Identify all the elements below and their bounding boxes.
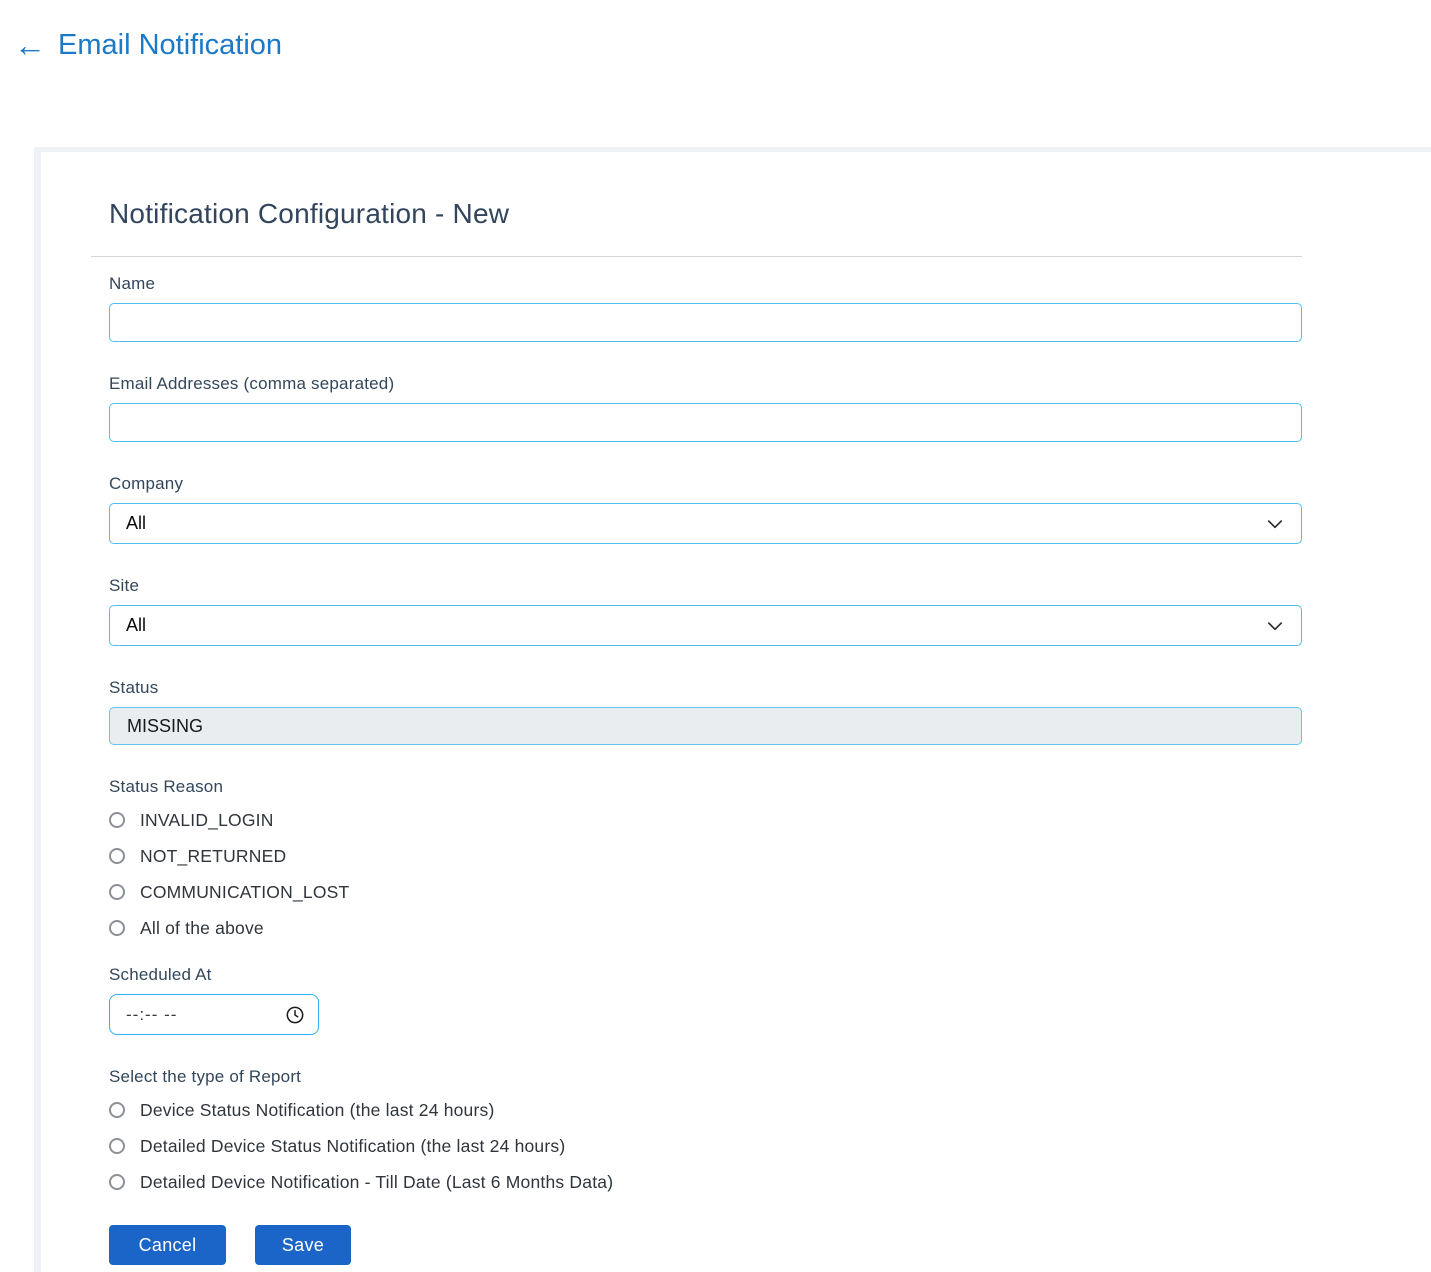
name-field-group: Name	[109, 274, 1371, 342]
company-field-group: Company All	[109, 474, 1371, 544]
back-navigation[interactable]: ← Email Notification	[14, 28, 282, 63]
name-input[interactable]	[109, 303, 1302, 342]
page-title[interactable]: Email Notification	[58, 28, 282, 63]
scheduled-at-label: Scheduled At	[109, 965, 212, 984]
notification-config-card: Notification Configuration - New Name Em…	[34, 147, 1431, 1272]
status-reason-group: Status Reason INVALID_LOGIN NOT_RETURNED…	[109, 777, 1371, 940]
site-field-group: Site All	[109, 576, 1371, 646]
report-type-option-detailed-device-status[interactable]: Detailed Device Status Notification (the…	[109, 1134, 1371, 1158]
save-button[interactable]: Save	[255, 1225, 351, 1265]
radio-option-label: All of the above	[140, 917, 264, 938]
company-select[interactable]: All	[109, 503, 1302, 544]
back-arrow-icon[interactable]: ←	[14, 29, 46, 61]
report-type-option-detailed-till-date[interactable]: Detailed Device Notification - Till Date…	[109, 1170, 1371, 1194]
company-selected-value: All	[126, 513, 147, 533]
site-select[interactable]: All	[109, 605, 1302, 646]
status-value-disabled: MISSING	[109, 707, 1302, 745]
radio-option-label: COMMUNICATION_LOST	[140, 881, 350, 902]
radio-button-icon[interactable]	[109, 812, 125, 828]
time-placeholder: --:-- --	[126, 1004, 178, 1024]
radio-button-icon[interactable]	[109, 920, 125, 936]
chevron-down-icon[interactable]	[1265, 616, 1285, 636]
company-label: Company	[109, 474, 184, 493]
status-reason-option-invalid-login[interactable]: INVALID_LOGIN	[109, 808, 1371, 832]
card-content: Notification Configuration - New Name Em…	[41, 152, 1431, 1272]
report-type-option-device-status[interactable]: Device Status Notification (the last 24 …	[109, 1098, 1371, 1122]
name-label: Name	[109, 274, 156, 293]
status-reason-label: Status Reason	[109, 777, 224, 796]
heading-divider	[91, 256, 1302, 257]
radio-option-label: INVALID_LOGIN	[140, 809, 274, 830]
chevron-down-icon[interactable]	[1265, 514, 1285, 534]
email-addresses-label: Email Addresses (comma separated)	[109, 374, 395, 393]
scheduled-at-group: Scheduled At --:-- --	[109, 965, 1371, 1035]
radio-option-label: Detailed Device Status Notification (the…	[140, 1135, 566, 1156]
status-reason-option-communication-lost[interactable]: COMMUNICATION_LOST	[109, 880, 1371, 904]
cancel-button[interactable]: Cancel	[109, 1225, 226, 1265]
email-field-group: Email Addresses (comma separated)	[109, 374, 1371, 442]
radio-option-label: Device Status Notification (the last 24 …	[140, 1099, 495, 1120]
radio-option-label: Detailed Device Notification - Till Date…	[140, 1171, 614, 1192]
scheduled-at-time-input[interactable]: --:-- --	[109, 994, 319, 1035]
status-reason-option-not-returned[interactable]: NOT_RETURNED	[109, 844, 1371, 868]
radio-button-icon[interactable]	[109, 1102, 125, 1118]
radio-button-icon[interactable]	[109, 848, 125, 864]
status-reason-option-all-of-the-above[interactable]: All of the above	[109, 916, 1371, 940]
report-type-group: Select the type of Report Device Status …	[109, 1067, 1371, 1194]
radio-button-icon[interactable]	[109, 884, 125, 900]
status-field-group: Status MISSING	[109, 678, 1371, 745]
form-heading: Notification Configuration - New	[109, 198, 510, 229]
clock-icon[interactable]	[285, 1005, 305, 1025]
email-addresses-input[interactable]	[109, 403, 1302, 442]
status-label: Status	[109, 678, 159, 697]
radio-button-icon[interactable]	[109, 1174, 125, 1190]
site-label: Site	[109, 576, 140, 595]
form-actions: Cancel Save	[109, 1225, 1371, 1265]
report-type-label: Select the type of Report	[109, 1067, 302, 1086]
site-selected-value: All	[126, 615, 147, 635]
radio-option-label: NOT_RETURNED	[140, 845, 287, 866]
radio-button-icon[interactable]	[109, 1138, 125, 1154]
